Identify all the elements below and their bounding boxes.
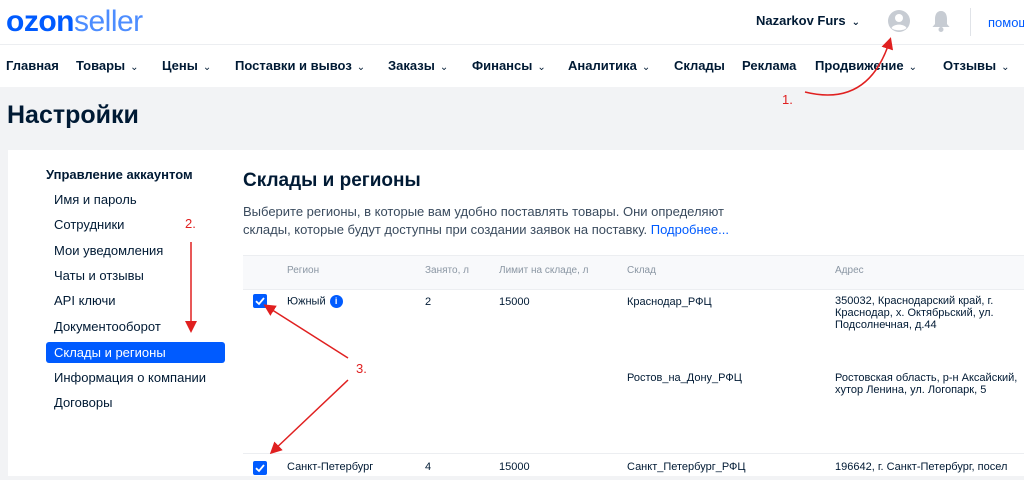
- info-icon[interactable]: i: [329, 295, 343, 308]
- annotation-label-2: 2.: [185, 216, 196, 231]
- checkmark-icon: [255, 297, 265, 306]
- sidebar-item-contracts[interactable]: Договоры: [46, 392, 225, 413]
- row-divider: [243, 453, 1024, 454]
- col-header-region[interactable]: Регион: [287, 265, 319, 276]
- chevron-down-icon: ⌄: [641, 62, 651, 73]
- logo-ozon: ozon: [6, 5, 74, 38]
- nav-supplies[interactable]: Поставки и вывоз ⌄: [235, 58, 365, 73]
- table-row-region: Южный i: [287, 295, 343, 308]
- user-name: Nazarkov Furs: [756, 13, 846, 28]
- sidebar-item-notifications[interactable]: Мои уведомления: [46, 240, 225, 261]
- nav-label: Поставки и вывоз: [235, 58, 352, 73]
- annotation-label-3: 3.: [356, 361, 367, 376]
- nav-label: Аналитика: [568, 58, 637, 73]
- checkmark-icon: [255, 464, 265, 473]
- user-avatar-icon[interactable]: [887, 9, 911, 33]
- region-checkbox-south[interactable]: [253, 294, 267, 308]
- top-bar: ozonseller Nazarkov Furs ⌄ помощь: [0, 0, 1024, 44]
- header-divider: [970, 8, 971, 36]
- sidebar-item-api-keys[interactable]: API ключи: [46, 290, 225, 311]
- nav-products[interactable]: Товары ⌄: [76, 58, 139, 73]
- table-cell-limit: 15000: [499, 296, 530, 308]
- nav-label: Цены: [162, 58, 198, 73]
- nav-label: Товары: [76, 58, 126, 73]
- col-header-warehouse[interactable]: Склад: [627, 265, 656, 276]
- nav-orders[interactable]: Заказы ⌄: [388, 58, 448, 73]
- nav-label: Главная: [6, 58, 59, 73]
- chevron-down-icon: ⌄: [1001, 62, 1010, 73]
- table-cell-address: 196642, г. Санкт-Петербург, посел: [835, 461, 1008, 473]
- sidebar-item-name-password[interactable]: Имя и пароль: [46, 189, 225, 210]
- nav-label: Отзывы: [943, 58, 997, 73]
- ozon-seller-logo[interactable]: ozonseller: [6, 4, 143, 40]
- bell-icon[interactable]: [930, 9, 952, 33]
- table-cell-warehouse: Краснодар_РФЦ: [627, 296, 712, 308]
- chevron-down-icon: ⌄: [537, 62, 546, 73]
- nav-label: Продвижение: [815, 58, 904, 73]
- chevron-down-icon: ⌄: [202, 62, 212, 73]
- sidebar-item-chats-reviews[interactable]: Чаты и отзывы: [46, 265, 225, 286]
- section-title: Склады и регионы: [243, 170, 421, 191]
- table-cell-occupied: 4: [425, 461, 432, 473]
- chevron-down-icon: ⌄: [130, 62, 139, 73]
- chevron-down-icon: ⌄: [851, 17, 860, 28]
- sidebar-item-warehouses-regions[interactable]: Склады и регионы: [46, 342, 225, 363]
- table-cell-address: 350032, Краснодарский край, г. Краснодар…: [835, 295, 994, 331]
- nav-analytics[interactable]: Аналитика ⌄: [568, 58, 650, 73]
- nav-warehouses[interactable]: Склады: [674, 58, 725, 73]
- main-nav: Главная Товары ⌄ Цены ⌄ Поставки и вывоз ⌄ …: [0, 44, 1024, 87]
- col-header-limit[interactable]: Лимит на складе, л: [499, 265, 589, 276]
- sidebar-item-documents[interactable]: Документооборот: [46, 316, 225, 337]
- sidebar-item-employees[interactable]: Сотрудники: [46, 214, 225, 235]
- annotation-label-1: 1.: [782, 92, 793, 107]
- region-checkbox-spb[interactable]: [253, 461, 267, 475]
- help-link[interactable]: помощь: [988, 15, 1024, 30]
- sidebar-item-company-info[interactable]: Информация о компании: [46, 367, 225, 388]
- logo-seller: seller: [73, 5, 143, 38]
- chevron-down-icon: ⌄: [908, 62, 918, 73]
- user-menu[interactable]: Nazarkov Furs ⌄: [756, 13, 860, 28]
- chevron-down-icon: ⌄: [356, 62, 366, 73]
- nav-home[interactable]: Главная: [6, 58, 59, 73]
- section-description: Выберите регионы, в которые вам удобно п…: [243, 203, 773, 239]
- more-link[interactable]: Подробнее...: [651, 222, 729, 237]
- region-name: Южный: [287, 295, 326, 308]
- nav-label: Заказы: [388, 58, 435, 73]
- col-header-occupied[interactable]: Занято, л: [425, 265, 469, 276]
- table-cell-warehouse: Санкт_Петербург_РФЦ: [627, 461, 746, 473]
- page-title: Настройки: [7, 101, 139, 129]
- table-row-region: Санкт-Петербург: [287, 461, 374, 473]
- table-cell-warehouse: Ростов_на_Дону_РФЦ: [627, 372, 742, 384]
- nav-prices[interactable]: Цены ⌄: [162, 58, 211, 73]
- nav-label: Склады: [674, 58, 725, 73]
- table-cell-limit: 15000: [499, 461, 530, 473]
- nav-reviews[interactable]: Отзывы ⌄: [943, 58, 1010, 73]
- nav-ads[interactable]: Реклама: [742, 58, 796, 73]
- sidebar-heading: Управление аккаунтом: [46, 167, 193, 182]
- nav-finance[interactable]: Финансы ⌄: [472, 58, 546, 73]
- chevron-down-icon: ⌄: [439, 62, 449, 73]
- nav-promotion[interactable]: Продвижение ⌄: [815, 58, 917, 73]
- table-cell-occupied: 2: [425, 296, 432, 308]
- nav-label: Реклама: [742, 58, 797, 73]
- nav-label: Финансы: [472, 58, 533, 73]
- table-cell-address: Ростовская область, р-н Аксайский, хутор…: [835, 372, 1018, 396]
- col-header-address[interactable]: Адрес: [835, 265, 864, 276]
